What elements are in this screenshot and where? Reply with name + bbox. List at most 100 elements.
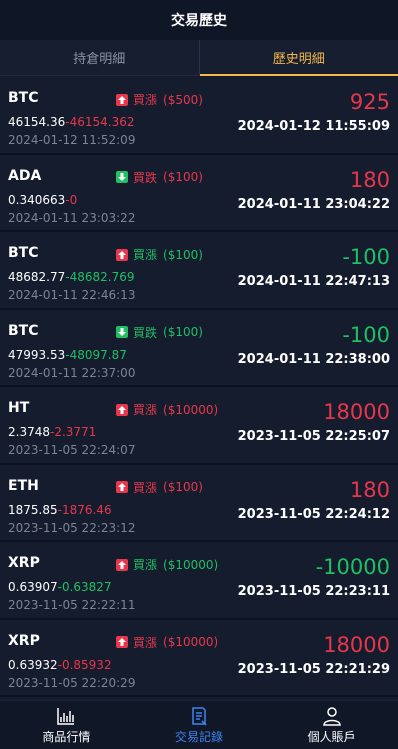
open-time: 2023-11-05 22:24:07 [8,443,136,457]
direction-label: 買漲 [133,480,158,495]
open-price: 2.3748 [8,425,50,439]
coin-symbol: BTC [8,245,39,261]
stake-amount: ($10000) [163,557,219,572]
close-time: 2024-01-11 22:38:00 [237,351,390,367]
price-range: 47993.53-48097.87 [8,348,127,362]
close-price: -0.63827 [57,580,112,594]
trade-record-row[interactable]: BTC 買跌 ($100) 47993.53-48097.87 2024-01-11 2… [0,310,398,387]
stake-amount: ($100) [163,325,203,339]
open-time: 2023-11-05 22:20:29 [8,675,136,690]
profit-value: -100 [342,322,390,347]
direction-tag: 買跌 ($100) [116,324,203,341]
open-price: 0.63907 [8,580,58,594]
nav-account[interactable]: 個人賬戶 [265,701,398,749]
open-time: 2023-11-05 22:23:12 [8,520,136,535]
down-arrow-icon [116,326,128,338]
price-range: 2.3748-2.3771 [8,425,96,439]
profit-value: -100 [342,245,390,269]
open-time: 2024-01-11 22:37:00 [8,365,136,380]
close-price: -46154.362 [65,115,135,129]
close-price: -2.3771 [50,425,97,439]
stake-amount: ($100) [163,170,203,184]
direction-label: 買跌 [133,325,158,340]
tab-history[interactable]: 歷史明細 [199,40,398,76]
direction-tag: 買漲 ($500) [116,91,203,108]
open-time: 2024-01-11 22:46:13 [8,288,136,302]
up-arrow-icon [116,636,128,648]
direction-tag: 買漲 ($100) [116,479,203,496]
price-range: 46154.36-46154.362 [8,115,135,129]
down-arrow-icon [116,171,128,183]
stake-amount: ($10000) [163,635,219,649]
bottom-nav: 商品行情 交易記錄 個人賬戶 [0,700,398,749]
nav-records-label: 交易記錄 [175,729,224,744]
open-price: 48682.77 [8,270,66,284]
close-price: -48097.87 [65,347,127,362]
nav-account-label: 個人賬戶 [307,729,356,744]
coin-symbol: ADA [8,167,42,184]
direction-tag: 買漲 ($100) [116,246,203,263]
trade-record-row[interactable]: XRP 買漲 ($10000) 0.63907-0.63827 2023-11-05 2… [0,542,398,620]
direction-label: 買漲 [133,248,158,262]
stake-amount: ($10000) [163,402,219,417]
open-price: 1875.85 [8,502,58,517]
profit-value: 18000 [323,632,390,657]
nav-records[interactable]: 交易記錄 [133,701,266,749]
open-time: 2024-01-11 23:03:22 [8,210,136,225]
nav-market[interactable]: 商品行情 [0,701,133,749]
profit-value: 925 [349,90,390,114]
tab-positions[interactable]: 持倉明細 [0,40,200,75]
close-price: -0 [65,192,78,207]
direction-tag: 買漲 ($10000) [116,401,218,418]
direction-label: 買漲 [133,403,158,417]
trade-record-row[interactable]: XRP 買漲 ($10000) 0.63932-0.85932 2023-11-05 2… [0,620,398,697]
price-range: 0.340663-0 [8,193,77,207]
coin-symbol: ETH [8,477,39,494]
close-price: -48682.769 [65,270,135,284]
close-time: 2024-01-11 22:47:13 [237,274,390,289]
open-price: 0.340663 [8,192,66,207]
up-arrow-icon [116,558,128,571]
document-icon [192,706,207,726]
up-arrow-icon [116,93,128,106]
open-price: 46154.36 [8,115,66,129]
nav-market-label: 商品行情 [42,729,91,744]
direction-label: 買跌 [133,170,158,185]
history-list: BTC 買漲 ($500) 46154.36-46154.362 2024-01-12 … [0,77,398,700]
trade-record-row[interactable]: ADA 買跌 ($100) 0.340663-0 2024-01-11 23:03:22… [0,155,398,232]
stake-amount: ($100) [163,247,203,262]
coin-symbol: XRP [8,632,40,649]
trade-record-row[interactable]: BTC 買漲 ($500) 46154.36-46154.362 2024-01-12 … [0,77,398,155]
open-time: 2024-01-12 11:52:09 [8,133,136,147]
price-range: 1875.85-1876.46 [8,503,112,517]
up-arrow-icon [116,403,128,416]
price-range: 48682.77-48682.769 [8,270,135,284]
page-header: 交易歷史 [0,0,398,40]
stake-amount: ($100) [163,480,203,494]
direction-tag: 買漲 ($10000) [116,634,218,651]
close-time: 2023-11-05 22:24:12 [237,506,390,522]
profit-value: 180 [349,477,390,502]
close-time: 2024-01-12 11:55:09 [237,119,390,134]
direction-label: 買漲 [133,635,158,650]
coin-symbol: HT [8,400,30,416]
price-range: 0.63932-0.85932 [8,658,112,672]
open-price: 47993.53 [8,347,66,362]
trade-record-row[interactable]: BTC 買漲 ($100) 48682.77-48682.769 2024-01-11 … [0,232,398,310]
coin-symbol: XRP [8,555,40,571]
direction-tag: 買跌 ($100) [116,169,203,186]
close-time: 2023-11-05 22:25:07 [237,429,390,444]
trade-record-row[interactable]: HT 買漲 ($10000) 2.3748-2.3771 2023-11-05 22:2… [0,387,398,465]
open-time: 2023-11-05 22:22:11 [8,598,136,612]
close-time: 2023-11-05 22:21:29 [237,661,390,677]
page-title: 交易歷史 [171,13,227,29]
tab-bar: 持倉明細 歷史明細 [0,40,398,76]
trade-record-row[interactable]: ETH 買漲 ($100) 1875.85-1876.46 2023-11-05 22:… [0,465,398,542]
coin-symbol: BTC [8,90,39,106]
direction-tag: 買漲 ($10000) [116,556,218,573]
close-time: 2023-11-05 22:23:11 [237,584,390,599]
direction-label: 買漲 [133,93,158,107]
open-price: 0.63932 [8,657,58,672]
user-icon [322,706,341,726]
app-root: 交易歷史 持倉明細 歷史明細 BTC 買漲 ($500) 46154.36-46154… [0,0,398,749]
